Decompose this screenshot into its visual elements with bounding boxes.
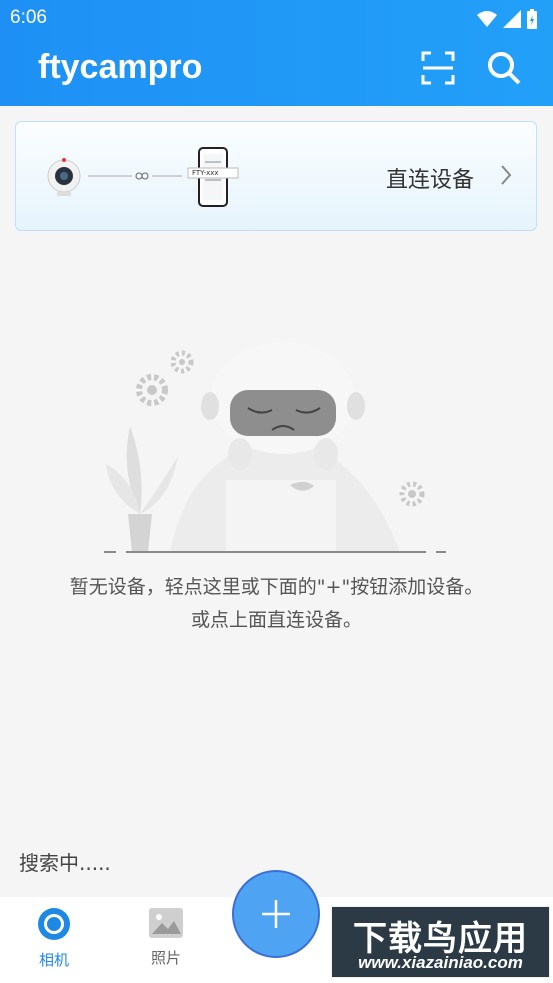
battery-icon (527, 9, 537, 29)
nav-item-photos[interactable]: 照片 (126, 907, 206, 968)
watermark-logo: 下载鸟应用 www.xiazainiao.com (331, 906, 550, 978)
app-title: ftycampro (38, 48, 203, 86)
nav-label-photos: 照片 (150, 949, 181, 967)
signal-icon (503, 10, 521, 28)
search-button[interactable] (484, 48, 524, 88)
direct-connect-card[interactable]: FTY-xxx 直连设备 (15, 121, 537, 231)
empty-message-line2[interactable]: 或点上面直连设备。 (0, 605, 553, 632)
device-tag: FTY-xxx (192, 169, 219, 177)
watermark-url: www.xiazainiao.com (358, 953, 523, 972)
app-header: 6:06 ftycampro (0, 0, 553, 106)
direct-connect-illustration (47, 147, 239, 207)
add-device-button[interactable] (234, 872, 318, 956)
nav-label-camera: 相机 (38, 951, 69, 969)
scan-button[interactable] (418, 48, 458, 88)
empty-message-line1[interactable]: 暂无设备，轻点这里或下面的"+"按钮添加设备。 (0, 572, 553, 599)
direct-connect-label: 直连设备 (386, 168, 475, 193)
wifi-icon (477, 11, 497, 27)
status-bar: 6:06 (0, 0, 553, 36)
searching-status: 搜索中..... (19, 851, 111, 875)
plus-icon (262, 900, 290, 928)
camera-icon (38, 908, 70, 940)
scan-icon (421, 51, 455, 85)
nav-item-camera[interactable]: 相机 (14, 907, 94, 970)
photo-icon (149, 908, 183, 938)
empty-robot-illustration[interactable] (100, 330, 450, 560)
status-time: 6:06 (10, 7, 47, 28)
chevron-right-icon (501, 165, 512, 185)
search-icon (488, 52, 521, 85)
status-icons (477, 9, 537, 29)
